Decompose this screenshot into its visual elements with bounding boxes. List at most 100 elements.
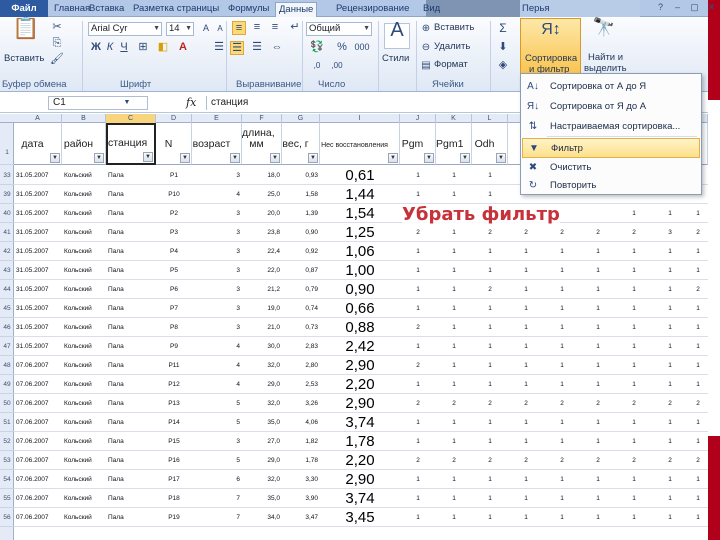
close-icon[interactable]: ✕ <box>705 1 718 14</box>
cell-G[interactable]: 3,26 <box>282 394 320 413</box>
cell-B[interactable]: Кольский <box>62 489 106 508</box>
sort-filter-button[interactable]: Я↕ Сортировка и фильтр <box>520 18 581 78</box>
cell-K[interactable]: 1 <box>436 223 472 242</box>
tab-0[interactable]: Файл <box>0 0 48 17</box>
filter-dropdown-icon[interactable]: ▼ <box>388 153 398 163</box>
cell-Q[interactable]: 2 <box>652 394 688 413</box>
cell-N[interactable]: 1 <box>544 375 580 394</box>
cell-F[interactable]: 21,2 <box>242 280 282 299</box>
row-header[interactable]: 43 <box>0 261 14 280</box>
cell-I[interactable]: 1,44 <box>320 185 400 204</box>
cell-C[interactable]: Пала <box>106 356 156 375</box>
filter-dropdown-icon[interactable]: ▼ <box>94 153 104 163</box>
cell-G[interactable]: 1,39 <box>282 204 320 223</box>
thousands-button[interactable]: 000 <box>352 41 372 54</box>
cell-D[interactable]: P17 <box>156 470 192 489</box>
cell-I[interactable]: 0,90 <box>320 280 400 299</box>
cell-R[interactable]: 2 <box>688 451 708 470</box>
cell-O[interactable]: 1 <box>580 413 616 432</box>
cell-G[interactable]: 3,30 <box>282 470 320 489</box>
tab-3[interactable]: Разметка страницы <box>133 2 219 17</box>
cell-B[interactable]: Кольский <box>62 318 106 337</box>
filter-dropdown-icon[interactable]: ▼ <box>230 153 240 163</box>
cell-B[interactable]: Кольский <box>62 470 106 489</box>
cell-L[interactable]: 1 <box>472 166 508 185</box>
cell-R[interactable]: 1 <box>688 432 708 451</box>
cell-L[interactable]: 1 <box>472 185 508 204</box>
cut-icon[interactable]: ✂ <box>50 21 64 34</box>
cell-J[interactable]: 1 <box>400 413 436 432</box>
cell-F[interactable]: 34,0 <box>242 508 282 527</box>
cell-N[interactable]: 2 <box>544 394 580 413</box>
formula-input[interactable]: станция <box>206 96 520 110</box>
cell-N[interactable]: 1 <box>544 318 580 337</box>
cell-A[interactable]: 31.05.2007 <box>14 166 62 185</box>
cell-K[interactable]: 1 <box>436 280 472 299</box>
cell-F[interactable]: 30,0 <box>242 337 282 356</box>
cell-M[interactable]: 1 <box>508 489 544 508</box>
cell-Q[interactable]: 1 <box>652 204 688 223</box>
cell-D[interactable]: P7 <box>156 299 192 318</box>
cell-G[interactable]: 4,06 <box>282 413 320 432</box>
autosum-button[interactable]: Σ <box>496 22 510 35</box>
cell-D[interactable]: P10 <box>156 185 192 204</box>
cell-B[interactable]: Кольский <box>62 280 106 299</box>
cell-Q[interactable]: 1 <box>652 489 688 508</box>
cell-C[interactable]: Пала <box>106 280 156 299</box>
cell-D[interactable]: P9 <box>156 337 192 356</box>
cell-L[interactable]: 1 <box>472 318 508 337</box>
cell-E[interactable]: 6 <box>192 470 242 489</box>
filter-dropdown-icon[interactable]: ▼ <box>424 153 434 163</box>
cell-L[interactable]: 1 <box>472 261 508 280</box>
cell-J[interactable]: 1 <box>400 261 436 280</box>
cell-F[interactable]: 19,0 <box>242 299 282 318</box>
cell-M[interactable]: 1 <box>508 261 544 280</box>
cell-M[interactable]: 1 <box>508 508 544 527</box>
row-header[interactable]: 48 <box>0 356 14 375</box>
cell-I[interactable]: 2,90 <box>320 394 400 413</box>
cell-C[interactable]: Пала <box>106 337 156 356</box>
cell-O[interactable]: 1 <box>580 299 616 318</box>
cell-D[interactable]: P16 <box>156 451 192 470</box>
align-bottom-icon[interactable]: ≡ <box>268 21 282 34</box>
cell-M[interactable]: 1 <box>508 432 544 451</box>
help-icon[interactable]: ? <box>654 1 667 14</box>
cell-O[interactable]: 1 <box>580 432 616 451</box>
cell-K[interactable]: 1 <box>436 242 472 261</box>
column-header-F[interactable]: F <box>242 114 282 123</box>
cell-N[interactable]: 2 <box>544 223 580 242</box>
cell-I[interactable]: 0,61 <box>320 166 400 185</box>
cell-M[interactable]: 1 <box>508 337 544 356</box>
cell-E[interactable]: 3 <box>192 166 242 185</box>
cell-I[interactable]: 2,20 <box>320 451 400 470</box>
cell-L[interactable]: 1 <box>472 432 508 451</box>
cell-C[interactable]: Пала <box>106 413 156 432</box>
cell-O[interactable]: 1 <box>580 242 616 261</box>
filter-dropdown-icon[interactable]: ▼ <box>460 153 470 163</box>
insert-function-button[interactable]: fx <box>186 96 196 109</box>
cell-O[interactable] <box>580 204 616 223</box>
cell-G[interactable]: 1,78 <box>282 451 320 470</box>
cell-E[interactable]: 3 <box>192 242 242 261</box>
decrease-decimal-icon[interactable]: ,00 <box>330 59 344 72</box>
menu-item-1[interactable]: Я↓ Сортировка от Я до А <box>522 97 700 117</box>
cell-J[interactable]: 1 <box>400 432 436 451</box>
tab-2[interactable]: Вставка <box>89 2 124 17</box>
cell-J[interactable]: 1 <box>400 508 436 527</box>
cell-M[interactable]: 1 <box>508 470 544 489</box>
paste-button[interactable]: Вставить <box>4 53 44 64</box>
cell-O[interactable]: 1 <box>580 489 616 508</box>
cell-I[interactable]: 2,42 <box>320 337 400 356</box>
cell-Q[interactable]: 1 <box>652 375 688 394</box>
cell-Q[interactable]: 2 <box>652 451 688 470</box>
cell-R[interactable]: 1 <box>688 489 708 508</box>
header-cell-K[interactable]: Pgm1 ▼ <box>436 123 472 165</box>
row-header[interactable]: 55 <box>0 489 14 508</box>
cell-M[interactable]: 1 <box>508 318 544 337</box>
cell-A[interactable]: 07.06.2007 <box>14 375 62 394</box>
column-header-L[interactable]: L <box>472 114 508 123</box>
menu-item-4[interactable]: ✖ Очистить <box>522 158 700 178</box>
row-header[interactable]: 49 <box>0 375 14 394</box>
cell-O[interactable]: 1 <box>580 280 616 299</box>
cell-M[interactable]: 2 <box>508 394 544 413</box>
